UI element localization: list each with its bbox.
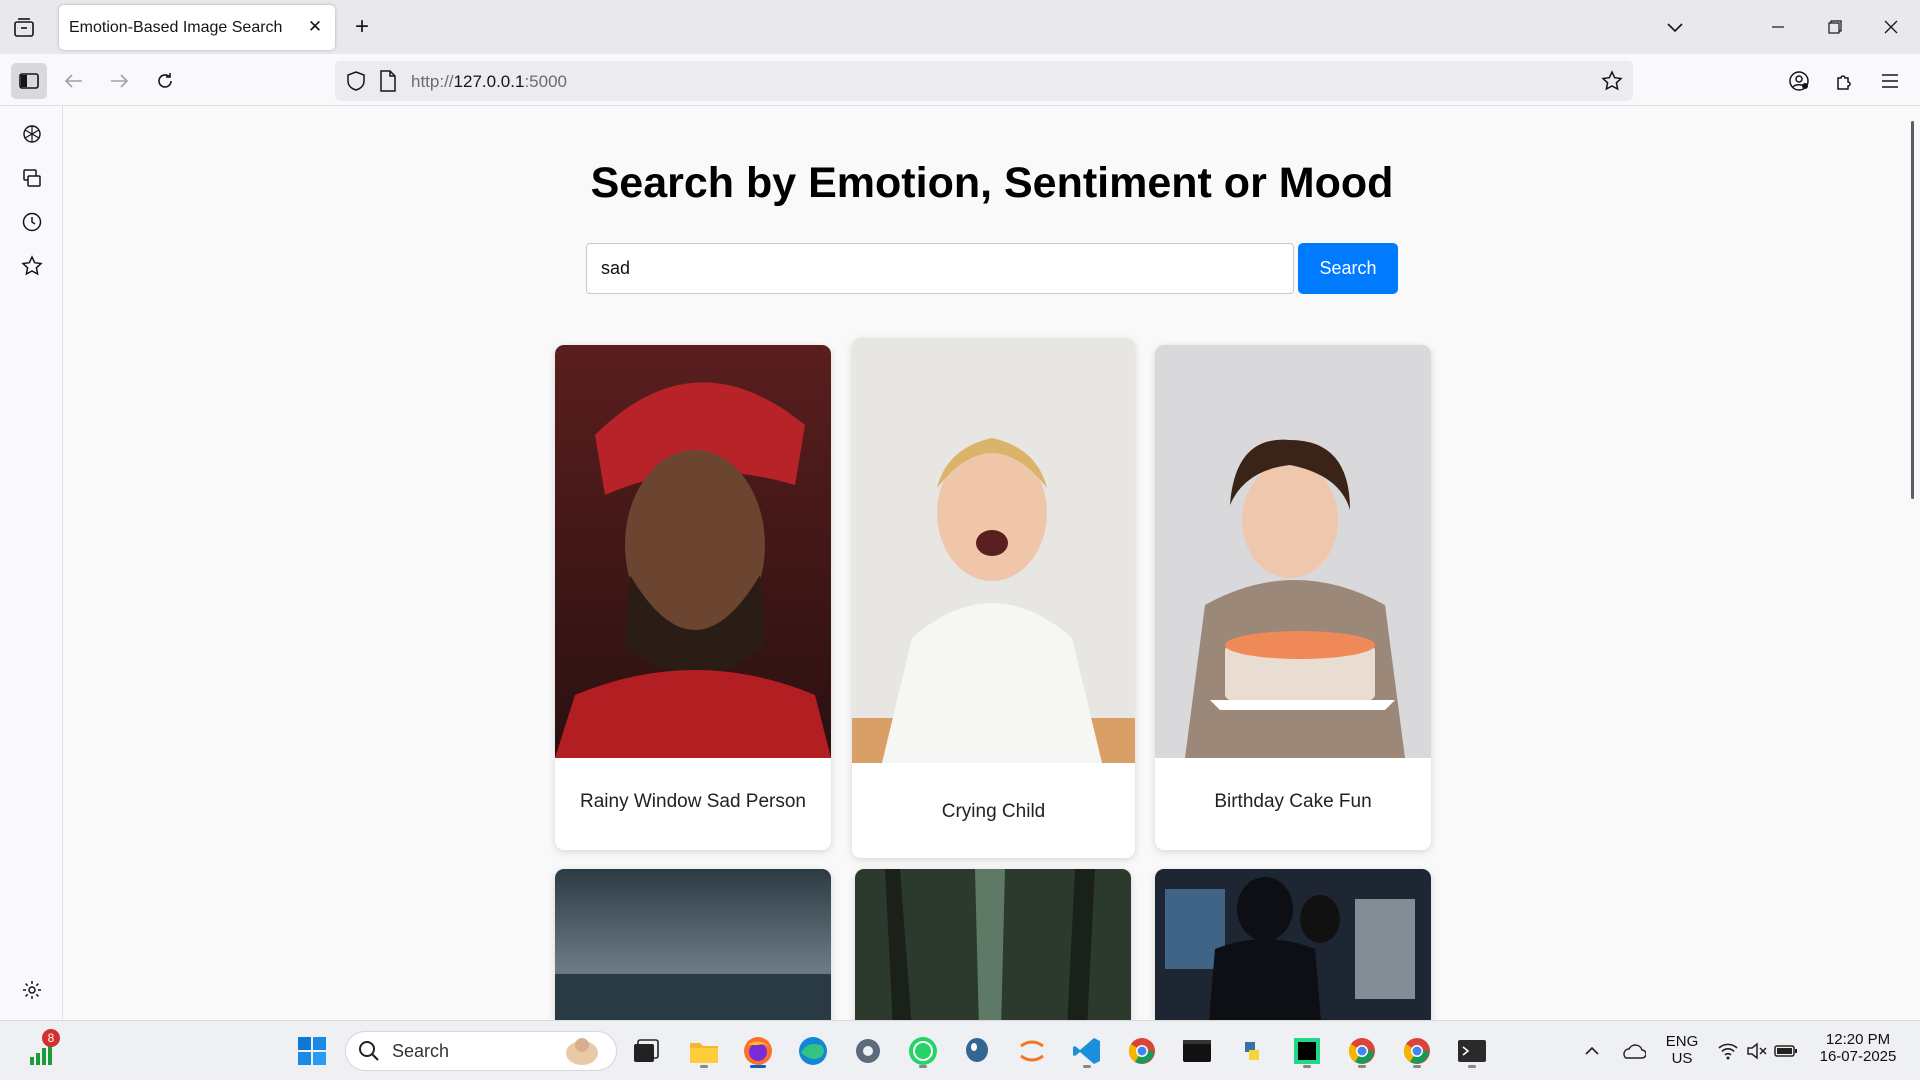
taskbar-search-box[interactable]: Search [345, 1031, 617, 1071]
result-card[interactable] [555, 869, 831, 1020]
language-indicator[interactable]: ENG US [1664, 1033, 1700, 1067]
task-view-icon[interactable] [626, 1031, 666, 1071]
url-text[interactable]: http://127.0.0.1:5000 [411, 72, 567, 92]
forward-arrow-icon[interactable] [101, 63, 137, 99]
menu-icon[interactable] [1872, 63, 1908, 99]
windows-taskbar: 8 Search ENG US 12:20 PM 16-07-2025 [0, 1020, 1920, 1080]
windows-start-icon[interactable] [292, 1031, 332, 1071]
close-tab-icon[interactable]: ✕ [305, 17, 325, 37]
result-image-dark-forest[interactable] [855, 869, 1131, 1020]
result-image-sad-man[interactable] [555, 345, 831, 758]
bookmark-star-icon[interactable] [1601, 70, 1623, 97]
firefox-icon[interactable] [738, 1031, 778, 1071]
result-image-crying-child[interactable] [852, 338, 1135, 763]
result-card[interactable] [1155, 869, 1431, 1020]
chrome-profile-icon[interactable] [1342, 1031, 1382, 1071]
minimize-icon[interactable] [1763, 12, 1793, 42]
emotion-search-input[interactable] [586, 243, 1294, 294]
url-scheme: http:// [411, 72, 454, 91]
result-caption: Birthday Cake Fun [1214, 791, 1372, 812]
result-card[interactable]: Birthday Cake Fun [1155, 345, 1431, 850]
account-icon[interactable] [1781, 63, 1817, 99]
page-scrollbar[interactable] [1906, 107, 1920, 1020]
clock[interactable]: 12:20 PM 16-07-2025 [1810, 1031, 1906, 1065]
browser-sidebar [0, 106, 63, 1020]
chrome-profile-2-icon[interactable] [1397, 1031, 1437, 1071]
onedrive-cloud-icon[interactable] [1613, 1031, 1653, 1071]
clock-time: 12:20 PM [1825, 1031, 1891, 1048]
taskbar-search-label: Search [392, 1040, 450, 1061]
file-explorer-icon[interactable] [684, 1031, 724, 1071]
ai-chatbot-icon[interactable] [18, 120, 46, 148]
page-info-icon[interactable] [379, 70, 397, 97]
result-caption: Rainy Window Sad Person [580, 791, 806, 812]
page-title: Search by Emotion, Sentiment or Mood [590, 159, 1394, 207]
vscode-icon[interactable] [1067, 1031, 1107, 1071]
url-port: :5000 [524, 72, 567, 91]
reload-icon[interactable] [147, 63, 183, 99]
tab-list-icon[interactable] [10, 14, 38, 42]
whatsapp-icon[interactable] [903, 1031, 943, 1071]
chevron-up-icon[interactable] [1572, 1031, 1612, 1071]
browser-tab-active[interactable]: Emotion-Based Image Search ✕ [59, 5, 335, 50]
postgresql-icon[interactable] [957, 1031, 997, 1071]
search-icon [358, 1040, 380, 1062]
close-window-icon[interactable] [1876, 12, 1906, 42]
scrollbar-thumb[interactable] [1911, 121, 1914, 499]
result-card[interactable] [855, 869, 1131, 1020]
search-button[interactable]: Search [1298, 243, 1398, 294]
chevron-down-icon[interactable] [1660, 12, 1690, 42]
language-label: ENG [1665, 1033, 1699, 1050]
synced-tabs-icon[interactable] [18, 164, 46, 192]
battery-icon[interactable] [1766, 1031, 1806, 1071]
command-prompt-icon[interactable] [1452, 1031, 1492, 1071]
result-caption: Crying Child [941, 801, 1046, 822]
terminal-icon[interactable] [1177, 1031, 1217, 1071]
tab-title: Emotion-Based Image Search [69, 18, 283, 36]
jupyter-icon[interactable] [1012, 1031, 1052, 1071]
bookmarks-star-icon[interactable] [18, 252, 46, 280]
region-label: US [1671, 1050, 1693, 1067]
tab-strip: Emotion-Based Image Search ✕ + [0, 0, 1920, 54]
clock-date: 16-07-2025 [1819, 1048, 1897, 1065]
address-bar[interactable]: http://127.0.0.1:5000 [335, 61, 1633, 101]
settings-gear-icon[interactable] [18, 976, 46, 1004]
url-host: 127.0.0.1 [453, 72, 525, 91]
restore-icon[interactable] [1820, 12, 1850, 42]
new-tab-icon[interactable]: + [349, 13, 375, 40]
shield-icon[interactable] [345, 70, 367, 97]
page-viewport: Search by Emotion, Sentiment or Mood Sea… [64, 107, 1920, 1020]
back-arrow-icon[interactable] [56, 63, 92, 99]
chrome-icon[interactable] [1122, 1031, 1162, 1071]
sidebar-toggle-icon[interactable] [11, 63, 47, 99]
stocks-widget-icon[interactable]: 8 [22, 1029, 62, 1071]
pycharm-icon[interactable] [1287, 1031, 1327, 1071]
navigation-toolbar: http://127.0.0.1:5000 [0, 54, 1920, 106]
notification-badge: 8 [42, 1029, 60, 1047]
result-image-birthday-cake[interactable] [1155, 345, 1431, 758]
search-highlight-icon [562, 1035, 602, 1072]
result-card[interactable]: Crying Child [852, 338, 1135, 858]
extensions-icon[interactable] [1827, 63, 1863, 99]
edge-icon[interactable] [793, 1031, 833, 1071]
python-icon[interactable] [1232, 1031, 1272, 1071]
result-image-graffiti-figures[interactable] [1155, 869, 1431, 1020]
history-clock-icon[interactable] [18, 208, 46, 236]
settings-app-icon[interactable] [848, 1031, 888, 1071]
result-card[interactable]: Rainy Window Sad Person [555, 345, 831, 850]
result-image-stormy-sea[interactable] [555, 869, 831, 1020]
